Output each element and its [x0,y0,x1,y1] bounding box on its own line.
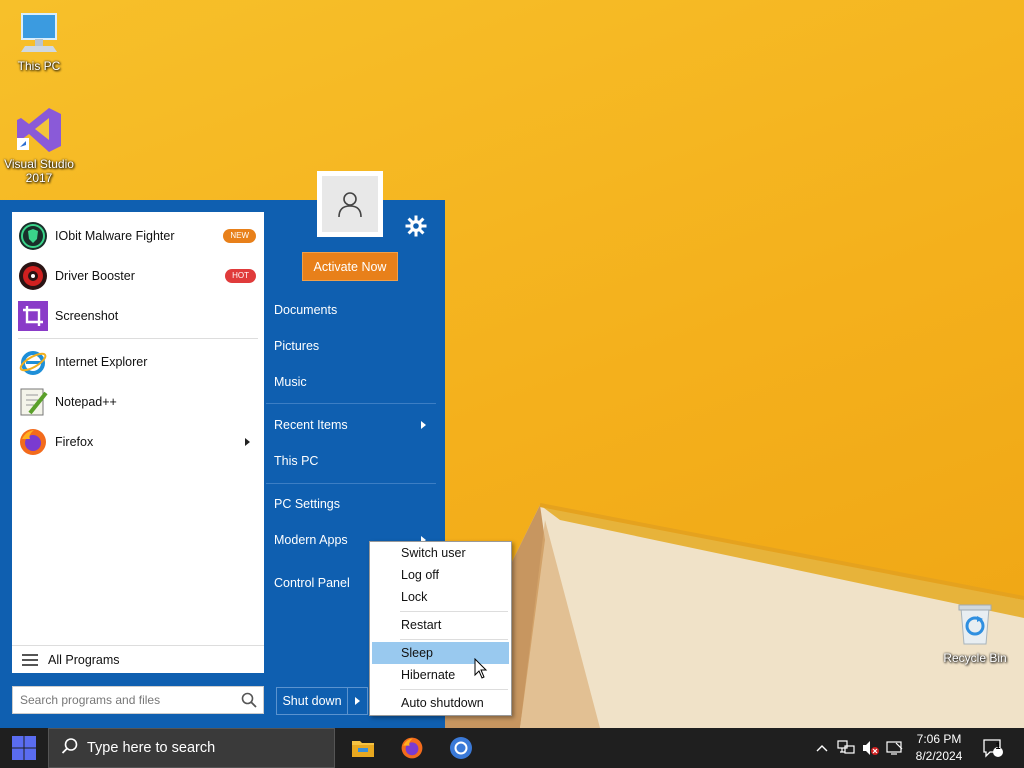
recent-items-label: Recent Items [274,418,348,432]
search-input[interactable] [13,693,241,707]
chevron-right-icon [355,697,360,705]
power-options-menu: Switch user Log off Lock Restart Sleep H… [369,541,512,716]
mouse-cursor-icon [474,658,488,679]
volume-muted-icon [863,741,879,755]
program-item-iobit-malware-fighter[interactable]: IObit Malware Fighter NEW [12,216,264,256]
activate-now-button[interactable]: Activate Now [302,252,398,281]
taskbar-search-placeholder: Type here to search [87,740,216,756]
program-item-screenshot[interactable]: Screenshot [12,296,264,336]
menu-item-switch-user[interactable]: Switch user [372,542,509,564]
all-programs-label: All Programs [48,652,120,667]
menu-item-sleep[interactable]: Sleep [372,642,509,664]
recycle-bin-icon [937,602,1013,649]
display-settings-icon [886,741,903,755]
taskbar-search-box[interactable]: Type here to search [48,728,335,768]
network-tray-button[interactable] [835,728,857,768]
system-clock[interactable]: 7:06 PM 8/2/2024 [908,731,970,765]
shutdown-split-button: Shut down [276,687,368,715]
start-button[interactable] [0,728,48,768]
start-search-box [12,686,264,714]
taskbar-app-file-explorer[interactable] [339,728,387,768]
driver-booster-icon [18,261,48,291]
shutdown-button[interactable]: Shut down [277,688,348,714]
program-item-label: IObit Malware Fighter [55,229,175,243]
iobit-malware-fighter-icon [18,221,48,251]
network-icon [837,740,855,754]
menu-item-log-off[interactable]: Log off [372,564,509,586]
menu-item-restart[interactable]: Restart [372,614,509,636]
right-item-music[interactable]: Music [274,372,434,392]
desktop-icon-this-pc[interactable]: This PC [1,10,77,73]
firefox-icon [401,737,423,759]
modern-apps-label: Modern Apps [274,533,348,547]
new-badge: NEW [223,229,256,243]
divider [400,689,508,690]
taskbar-app-chromium[interactable] [437,728,485,768]
computer-icon [1,10,77,57]
program-item-label: Driver Booster [55,269,135,283]
program-item-firefox[interactable]: Firefox [12,422,264,462]
search-icon [61,737,79,759]
divider [400,611,508,612]
user-avatar[interactable] [317,171,383,237]
hot-badge: HOT [225,269,256,283]
settings-gear-icon[interactable] [404,214,428,241]
program-item-label: Internet Explorer [55,355,148,369]
display-tray-button[interactable] [884,728,906,768]
program-item-label: Notepad++ [55,395,117,409]
crop-icon [18,301,48,331]
divider [266,403,436,404]
volume-tray-button[interactable] [860,728,882,768]
desktop-icon-label: Recycle Bin [943,651,1007,665]
program-list: IObit Malware Fighter NEW Driver Booster… [12,212,264,673]
windows-logo-icon [12,736,36,760]
search-icon[interactable] [241,692,257,708]
divider [18,338,258,339]
show-hidden-icons-button[interactable] [812,728,832,768]
folder-icon [352,741,374,757]
taskbar-app-firefox[interactable] [388,728,436,768]
taskbar: Type here to search 7:06 PM 8/2/2024 1 [0,728,1024,768]
notification-count: 1 [995,741,1001,751]
desktop-icon-visual-studio[interactable]: Visual Studio 2017 [1,106,77,185]
submenu-arrow-icon [245,438,250,446]
clock-date: 8/2/2024 [915,749,963,763]
firefox-icon [18,427,48,457]
program-item-internet-explorer[interactable]: Internet Explorer [12,342,264,382]
program-item-label: Screenshot [55,309,119,323]
submenu-arrow-icon [421,421,426,429]
right-item-pictures[interactable]: Pictures [274,336,434,356]
program-item-driver-booster[interactable]: Driver Booster HOT [12,256,264,296]
internet-explorer-icon [18,347,48,377]
notepad-plus-plus-icon [18,387,48,417]
right-item-pc-settings[interactable]: PC Settings [274,494,434,514]
chromium-icon [450,737,472,759]
desktop-icon-recycle-bin[interactable]: Recycle Bin [937,602,1013,665]
menu-item-auto-shutdown[interactable]: Auto shutdown [372,692,509,714]
visual-studio-icon [1,106,77,155]
all-programs-button[interactable]: All Programs [12,645,264,673]
user-icon [338,192,362,218]
right-item-recent-items[interactable]: Recent Items [274,415,434,435]
menu-item-lock[interactable]: Lock [372,586,509,608]
action-center-button[interactable]: 1 [980,728,1006,768]
menu-item-hibernate[interactable]: Hibernate [372,664,509,686]
shutdown-options-button[interactable] [348,688,367,714]
clock-time: 7:06 PM [916,732,962,746]
program-item-notepad-plus-plus[interactable]: Notepad++ [12,382,264,422]
right-item-this-pc[interactable]: This PC [274,451,434,471]
chevron-up-icon [816,745,828,752]
hamburger-icon [22,653,38,666]
divider [400,639,508,640]
right-item-documents[interactable]: Documents [274,300,434,320]
desktop-icon-label: Visual Studio 2017 [4,157,74,185]
divider [266,483,436,484]
desktop-icon-label: This PC [17,59,61,73]
program-item-label: Firefox [55,435,94,449]
